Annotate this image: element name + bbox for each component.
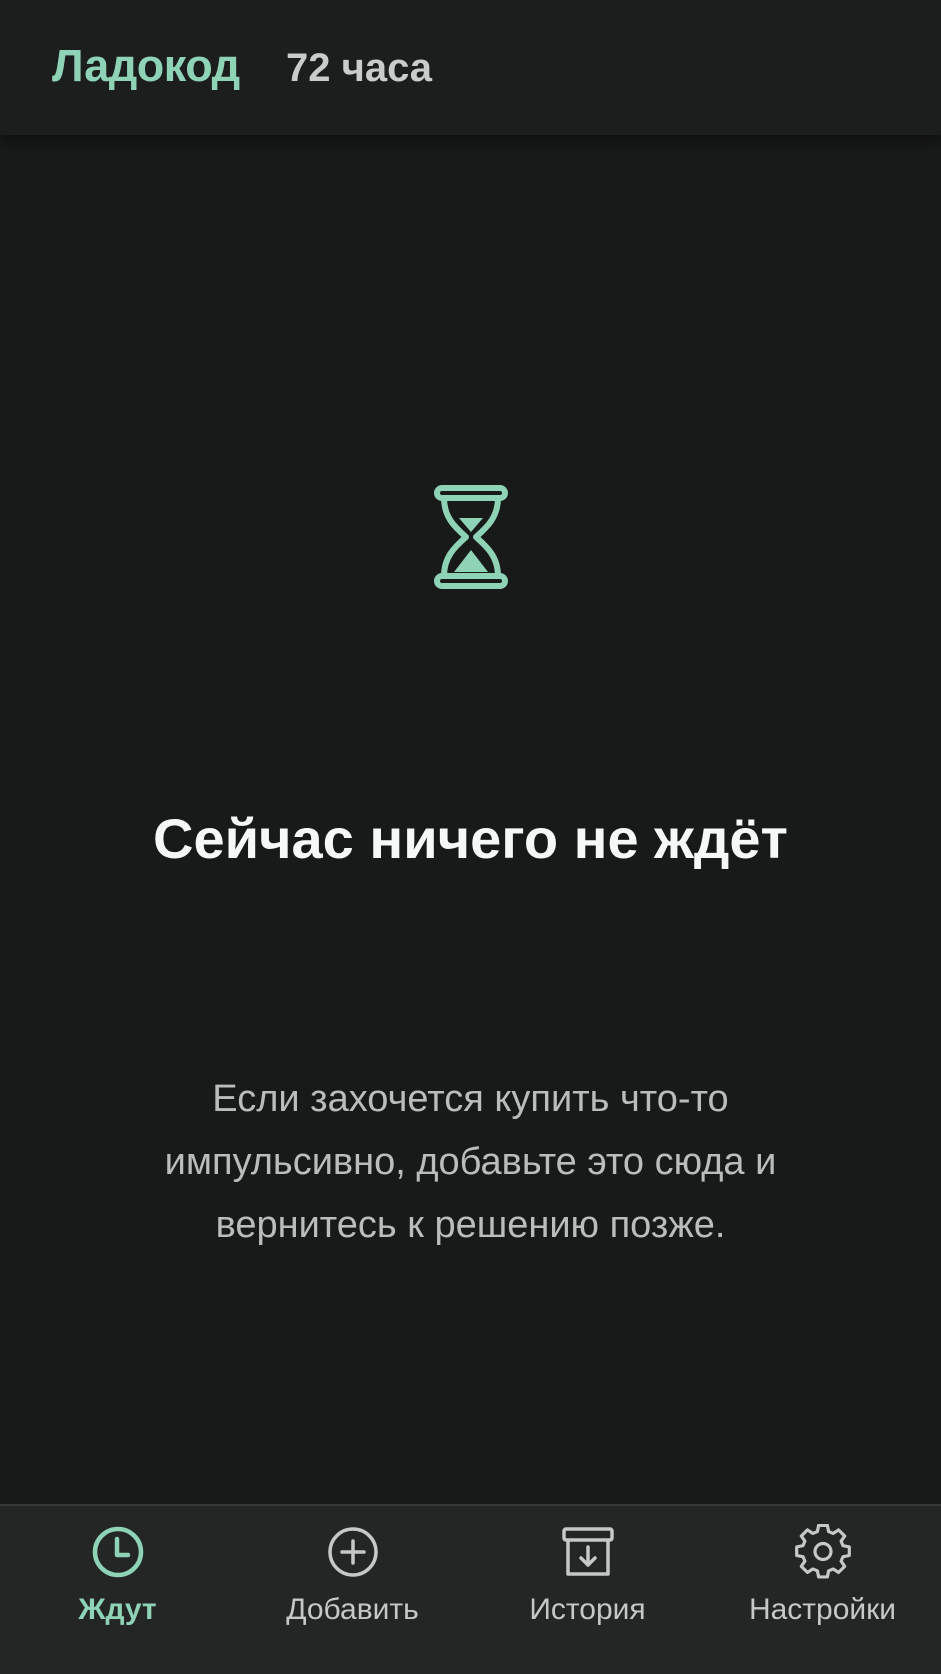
empty-state: Сейчас ничего не ждёт Если захочется куп… (0, 135, 941, 1505)
app-subtitle: 72 часа (286, 46, 433, 90)
tab-history-label: История (529, 1593, 646, 1626)
empty-state-description: Если захочется купить что-то импульсивно… (164, 1078, 777, 1246)
tab-waiting-label: Ждут (78, 1593, 157, 1626)
plus-circle-icon (327, 1527, 378, 1577)
app-header: Ладокод 72 часа (0, 0, 941, 135)
tab-history[interactable]: История (470, 1506, 705, 1674)
tab-settings-label: Настройки (748, 1593, 897, 1626)
gear-icon (794, 1524, 851, 1579)
hourglass-icon (434, 485, 508, 589)
bottom-tab-bar: Ждут Добавить История Настройки (0, 1504, 941, 1674)
clock-icon (92, 1526, 143, 1578)
app-brand: Ладокод (52, 40, 240, 91)
tab-settings[interactable]: Настройки (705, 1506, 940, 1674)
tab-add-label: Добавить (286, 1593, 419, 1626)
tab-add[interactable]: Добавить (235, 1506, 470, 1674)
archive-icon (561, 1527, 614, 1576)
tab-waiting[interactable]: Ждут (0, 1506, 235, 1674)
empty-state-title: Сейчас ничего не ждёт (153, 807, 788, 870)
